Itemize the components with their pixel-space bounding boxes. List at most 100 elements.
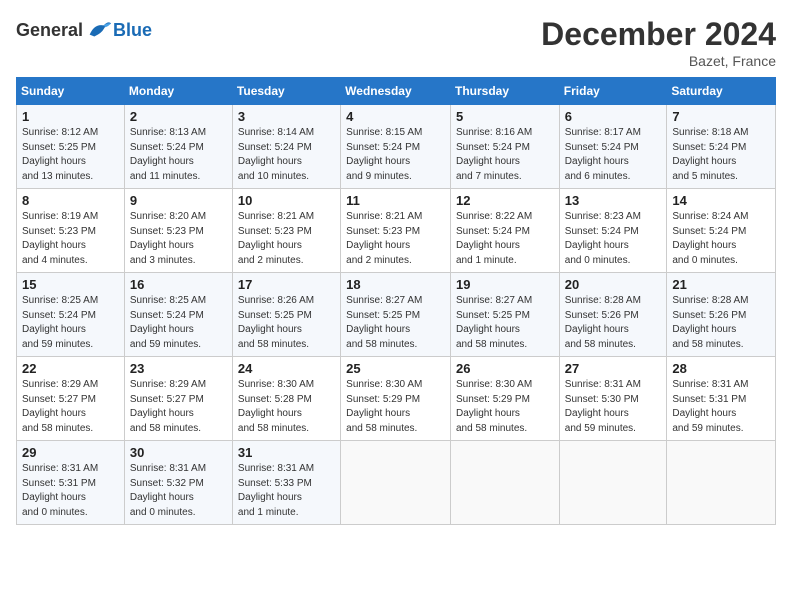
day-info: Sunrise: 8:12 AMSunset: 5:25 PMDaylight … <box>22 126 119 184</box>
week-row-5: 29 Sunrise: 8:31 AMSunset: 5:31 PMDaylig… <box>17 441 776 525</box>
day-cell: 26 Sunrise: 8:30 AMSunset: 5:29 PMDaylig… <box>451 357 560 441</box>
day-cell: 21 Sunrise: 8:28 AMSunset: 5:26 PMDaylig… <box>667 273 776 357</box>
day-cell: 7 Sunrise: 8:18 AMSunset: 5:24 PMDayligh… <box>667 105 776 189</box>
day-number: 29 <box>22 445 119 460</box>
day-number: 19 <box>456 277 554 292</box>
day-cell: 14 Sunrise: 8:24 AMSunset: 5:24 PMDaylig… <box>667 189 776 273</box>
day-cell <box>451 441 560 525</box>
day-cell: 4 Sunrise: 8:15 AMSunset: 5:24 PMDayligh… <box>341 105 451 189</box>
column-header-wednesday: Wednesday <box>341 78 451 105</box>
logo-blue-text: Blue <box>113 20 152 41</box>
day-number: 14 <box>672 193 770 208</box>
day-info: Sunrise: 8:27 AMSunset: 5:25 PMDaylight … <box>346 294 445 352</box>
day-number: 2 <box>130 109 227 124</box>
day-cell: 2 Sunrise: 8:13 AMSunset: 5:24 PMDayligh… <box>124 105 232 189</box>
location: Bazet, France <box>541 53 776 69</box>
day-number: 4 <box>346 109 445 124</box>
logo: General Blue <box>16 16 152 44</box>
day-number: 21 <box>672 277 770 292</box>
day-info: Sunrise: 8:28 AMSunset: 5:26 PMDaylight … <box>672 294 770 352</box>
week-row-4: 22 Sunrise: 8:29 AMSunset: 5:27 PMDaylig… <box>17 357 776 441</box>
day-info: Sunrise: 8:13 AMSunset: 5:24 PMDaylight … <box>130 126 227 184</box>
day-cell: 25 Sunrise: 8:30 AMSunset: 5:29 PMDaylig… <box>341 357 451 441</box>
day-info: Sunrise: 8:19 AMSunset: 5:23 PMDaylight … <box>22 210 119 268</box>
day-number: 26 <box>456 361 554 376</box>
day-info: Sunrise: 8:17 AMSunset: 5:24 PMDaylight … <box>565 126 662 184</box>
page-header: General Blue December 2024 Bazet, France <box>16 16 776 69</box>
day-number: 8 <box>22 193 119 208</box>
day-number: 18 <box>346 277 445 292</box>
day-cell <box>559 441 667 525</box>
day-cell: 20 Sunrise: 8:28 AMSunset: 5:26 PMDaylig… <box>559 273 667 357</box>
day-number: 17 <box>238 277 335 292</box>
day-info: Sunrise: 8:25 AMSunset: 5:24 PMDaylight … <box>22 294 119 352</box>
column-header-saturday: Saturday <box>667 78 776 105</box>
day-number: 23 <box>130 361 227 376</box>
logo-bird-icon <box>85 16 113 44</box>
header-row: SundayMondayTuesdayWednesdayThursdayFrid… <box>17 78 776 105</box>
column-header-monday: Monday <box>124 78 232 105</box>
week-row-3: 15 Sunrise: 8:25 AMSunset: 5:24 PMDaylig… <box>17 273 776 357</box>
day-cell: 24 Sunrise: 8:30 AMSunset: 5:28 PMDaylig… <box>232 357 340 441</box>
day-info: Sunrise: 8:25 AMSunset: 5:24 PMDaylight … <box>130 294 227 352</box>
day-cell: 23 Sunrise: 8:29 AMSunset: 5:27 PMDaylig… <box>124 357 232 441</box>
day-info: Sunrise: 8:27 AMSunset: 5:25 PMDaylight … <box>456 294 554 352</box>
day-cell: 27 Sunrise: 8:31 AMSunset: 5:30 PMDaylig… <box>559 357 667 441</box>
day-number: 25 <box>346 361 445 376</box>
day-cell: 22 Sunrise: 8:29 AMSunset: 5:27 PMDaylig… <box>17 357 125 441</box>
day-info: Sunrise: 8:16 AMSunset: 5:24 PMDaylight … <box>456 126 554 184</box>
day-info: Sunrise: 8:15 AMSunset: 5:24 PMDaylight … <box>346 126 445 184</box>
day-cell <box>667 441 776 525</box>
day-cell: 11 Sunrise: 8:21 AMSunset: 5:23 PMDaylig… <box>341 189 451 273</box>
day-number: 5 <box>456 109 554 124</box>
day-info: Sunrise: 8:31 AMSunset: 5:31 PMDaylight … <box>22 462 119 520</box>
day-cell: 17 Sunrise: 8:26 AMSunset: 5:25 PMDaylig… <box>232 273 340 357</box>
day-cell: 18 Sunrise: 8:27 AMSunset: 5:25 PMDaylig… <box>341 273 451 357</box>
day-number: 27 <box>565 361 662 376</box>
day-info: Sunrise: 8:31 AMSunset: 5:30 PMDaylight … <box>565 378 662 436</box>
day-info: Sunrise: 8:23 AMSunset: 5:24 PMDaylight … <box>565 210 662 268</box>
day-number: 6 <box>565 109 662 124</box>
day-number: 3 <box>238 109 335 124</box>
day-info: Sunrise: 8:18 AMSunset: 5:24 PMDaylight … <box>672 126 770 184</box>
day-info: Sunrise: 8:24 AMSunset: 5:24 PMDaylight … <box>672 210 770 268</box>
day-info: Sunrise: 8:21 AMSunset: 5:23 PMDaylight … <box>238 210 335 268</box>
day-cell: 19 Sunrise: 8:27 AMSunset: 5:25 PMDaylig… <box>451 273 560 357</box>
column-header-thursday: Thursday <box>451 78 560 105</box>
day-info: Sunrise: 8:21 AMSunset: 5:23 PMDaylight … <box>346 210 445 268</box>
day-info: Sunrise: 8:30 AMSunset: 5:28 PMDaylight … <box>238 378 335 436</box>
day-number: 12 <box>456 193 554 208</box>
logo-general-text: General <box>16 20 83 41</box>
day-cell: 1 Sunrise: 8:12 AMSunset: 5:25 PMDayligh… <box>17 105 125 189</box>
day-number: 13 <box>565 193 662 208</box>
column-header-friday: Friday <box>559 78 667 105</box>
day-number: 22 <box>22 361 119 376</box>
day-cell: 6 Sunrise: 8:17 AMSunset: 5:24 PMDayligh… <box>559 105 667 189</box>
day-cell: 3 Sunrise: 8:14 AMSunset: 5:24 PMDayligh… <box>232 105 340 189</box>
day-info: Sunrise: 8:31 AMSunset: 5:33 PMDaylight … <box>238 462 335 520</box>
day-info: Sunrise: 8:31 AMSunset: 5:31 PMDaylight … <box>672 378 770 436</box>
day-cell: 8 Sunrise: 8:19 AMSunset: 5:23 PMDayligh… <box>17 189 125 273</box>
day-number: 10 <box>238 193 335 208</box>
day-number: 1 <box>22 109 119 124</box>
day-cell: 5 Sunrise: 8:16 AMSunset: 5:24 PMDayligh… <box>451 105 560 189</box>
calendar-table: SundayMondayTuesdayWednesdayThursdayFrid… <box>16 77 776 525</box>
day-info: Sunrise: 8:29 AMSunset: 5:27 PMDaylight … <box>130 378 227 436</box>
day-info: Sunrise: 8:26 AMSunset: 5:25 PMDaylight … <box>238 294 335 352</box>
day-info: Sunrise: 8:14 AMSunset: 5:24 PMDaylight … <box>238 126 335 184</box>
column-header-sunday: Sunday <box>17 78 125 105</box>
title-block: December 2024 Bazet, France <box>541 16 776 69</box>
day-cell: 15 Sunrise: 8:25 AMSunset: 5:24 PMDaylig… <box>17 273 125 357</box>
day-cell: 12 Sunrise: 8:22 AMSunset: 5:24 PMDaylig… <box>451 189 560 273</box>
day-info: Sunrise: 8:29 AMSunset: 5:27 PMDaylight … <box>22 378 119 436</box>
column-header-tuesday: Tuesday <box>232 78 340 105</box>
day-info: Sunrise: 8:30 AMSunset: 5:29 PMDaylight … <box>346 378 445 436</box>
day-number: 31 <box>238 445 335 460</box>
month-title: December 2024 <box>541 16 776 53</box>
day-cell: 9 Sunrise: 8:20 AMSunset: 5:23 PMDayligh… <box>124 189 232 273</box>
day-cell <box>341 441 451 525</box>
day-number: 24 <box>238 361 335 376</box>
day-number: 11 <box>346 193 445 208</box>
day-number: 7 <box>672 109 770 124</box>
day-info: Sunrise: 8:28 AMSunset: 5:26 PMDaylight … <box>565 294 662 352</box>
